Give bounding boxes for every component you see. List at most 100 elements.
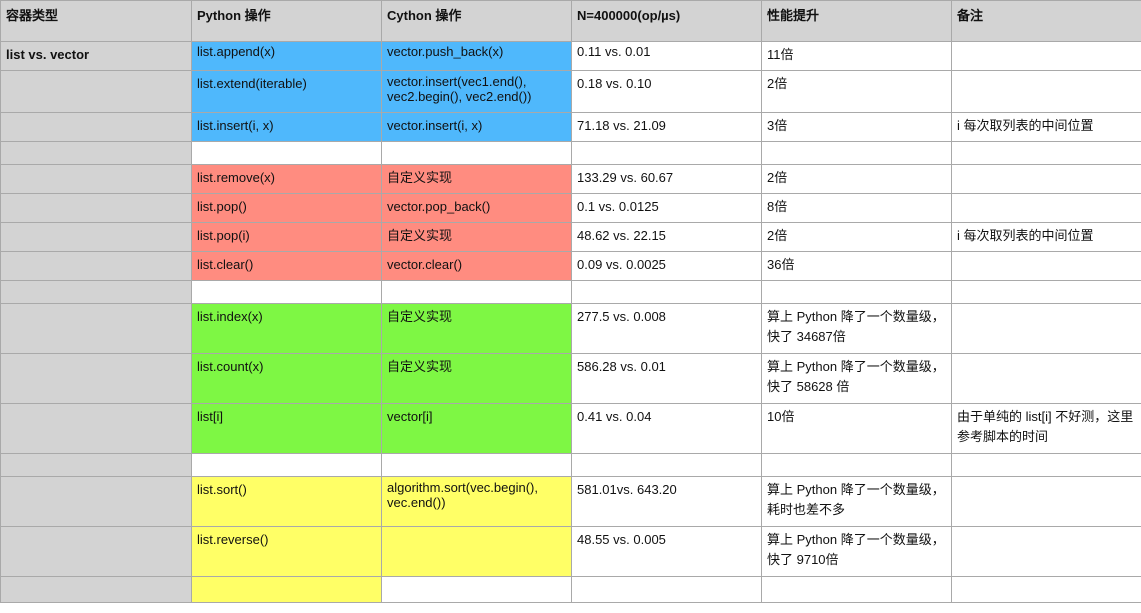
python-op-cell: list.pop(i)	[191, 222, 382, 252]
table-row	[0, 141, 1141, 165]
n-value-cell: 0.09 vs. 0.0025	[571, 251, 762, 281]
python-op-cell: list[i]	[191, 403, 382, 454]
n-value-cell: 0.41 vs. 0.04	[571, 403, 762, 454]
n-value-cell: 48.55 vs. 0.005	[571, 526, 762, 577]
python-op-cell: list.pop()	[191, 193, 382, 223]
perf-cell	[761, 280, 952, 304]
table-row: list.clear() vector.clear() 0.09 vs. 0.0…	[0, 251, 1141, 281]
python-op-cell	[191, 280, 382, 304]
container-type-cell	[0, 164, 192, 194]
python-op-cell: list.sort()	[191, 476, 382, 527]
cython-op-cell: vector[i]	[381, 403, 572, 454]
n-value-cell: 277.5 vs. 0.008	[571, 303, 762, 354]
table-row: list.remove(x) 自定义实现 133.29 vs. 60.67 2倍	[0, 164, 1141, 194]
n-value-cell	[571, 453, 762, 477]
perf-cell: 3倍	[761, 112, 952, 142]
header-perf: 性能提升	[761, 0, 952, 42]
cython-op-cell: vector.insert(i, x)	[381, 112, 572, 142]
n-value-cell: 0.11 vs. 0.01	[571, 41, 762, 71]
container-type-cell	[0, 251, 192, 281]
python-op-cell: list.clear()	[191, 251, 382, 281]
n-value-cell: 48.62 vs. 22.15	[571, 222, 762, 252]
container-type-cell	[0, 476, 192, 527]
perf-cell: 算上 Python 降了一个数量级，快了 9710倍	[761, 526, 952, 577]
note-cell: i 每次取列表的中间位置	[951, 112, 1141, 142]
cython-op-cell: vector.pop_back()	[381, 193, 572, 223]
container-type-cell	[0, 280, 192, 304]
note-cell	[951, 164, 1141, 194]
note-cell	[951, 41, 1141, 71]
container-type-cell	[0, 403, 192, 454]
perf-cell: 算上 Python 降了一个数量级，耗时也差不多	[761, 476, 952, 527]
table-row: list.pop(i) 自定义实现 48.62 vs. 22.15 2倍 i 每…	[0, 222, 1141, 252]
n-value-cell	[571, 280, 762, 304]
note-cell	[951, 526, 1141, 577]
container-type-cell	[0, 303, 192, 354]
python-op-cell: list.index(x)	[191, 303, 382, 354]
n-value-cell: 0.18 vs. 0.10	[571, 70, 762, 113]
table-row	[0, 576, 1141, 603]
container-type-cell	[0, 222, 192, 252]
container-type-cell	[0, 141, 192, 165]
cython-op-cell: 自定义实现	[381, 353, 572, 404]
perf-cell: 8倍	[761, 193, 952, 223]
note-cell: 由于单纯的 list[i] 不好测，这里参考脚本的时间	[951, 403, 1141, 454]
container-type-cell	[0, 353, 192, 404]
table-row: list.count(x) 自定义实现 586.28 vs. 0.01 算上 P…	[0, 353, 1141, 404]
container-type-cell	[0, 112, 192, 142]
note-cell	[951, 303, 1141, 354]
cython-op-cell	[381, 453, 572, 477]
note-cell: i 每次取列表的中间位置	[951, 222, 1141, 252]
perf-cell: 算上 Python 降了一个数量级，快了 34687倍	[761, 303, 952, 354]
python-op-cell: list.count(x)	[191, 353, 382, 404]
container-type-cell: list vs. vector	[0, 41, 192, 71]
perf-cell: 2倍	[761, 222, 952, 252]
table-row	[0, 280, 1141, 304]
note-cell	[951, 70, 1141, 113]
note-cell	[951, 576, 1141, 603]
cython-op-cell: algorithm.sort(vec.begin(), vec.end())	[381, 476, 572, 527]
table-row: list.index(x) 自定义实现 277.5 vs. 0.008 算上 P…	[0, 303, 1141, 354]
header-n: N=400000(op/µs)	[571, 0, 762, 42]
table-row: list.pop() vector.pop_back() 0.1 vs. 0.0…	[0, 193, 1141, 223]
n-value-cell	[571, 141, 762, 165]
cython-op-cell	[381, 526, 572, 577]
header-python-op: Python 操作	[191, 0, 382, 42]
header-row: 容器类型 Python 操作 Cython 操作 N=400000(op/µs)…	[0, 0, 1141, 42]
perf-cell: 2倍	[761, 164, 952, 194]
cython-op-cell: vector.insert(vec1.end(), vec2.begin(), …	[381, 70, 572, 113]
python-op-cell	[191, 453, 382, 477]
perf-cell: 36倍	[761, 251, 952, 281]
python-op-cell: list.append(x)	[191, 41, 382, 71]
table-row: list.reverse() 48.55 vs. 0.005 算上 Python…	[0, 526, 1141, 577]
header-note: 备注	[951, 0, 1141, 42]
n-value-cell: 133.29 vs. 60.67	[571, 164, 762, 194]
perf-cell	[761, 141, 952, 165]
perf-cell: 11倍	[761, 41, 952, 71]
container-type-cell	[0, 70, 192, 113]
n-value-cell: 0.1 vs. 0.0125	[571, 193, 762, 223]
perf-cell: 10倍	[761, 403, 952, 454]
container-type-cell	[0, 526, 192, 577]
n-value-cell: 586.28 vs. 0.01	[571, 353, 762, 404]
note-cell	[951, 251, 1141, 281]
perf-cell	[761, 576, 952, 603]
python-op-cell: list.extend(iterable)	[191, 70, 382, 113]
note-cell	[951, 141, 1141, 165]
table-row: list[i] vector[i] 0.41 vs. 0.04 10倍 由于单纯…	[0, 403, 1141, 454]
perf-cell: 2倍	[761, 70, 952, 113]
container-type-cell	[0, 193, 192, 223]
cython-op-cell	[381, 576, 572, 603]
note-cell	[951, 476, 1141, 527]
cython-op-cell	[381, 141, 572, 165]
table-row: list.extend(iterable) vector.insert(vec1…	[0, 70, 1141, 113]
container-type-cell	[0, 576, 192, 603]
cython-op-cell: 自定义实现	[381, 303, 572, 354]
n-value-cell: 581.01vs. 643.20	[571, 476, 762, 527]
perf-cell: 算上 Python 降了一个数量级，快了 58628 倍	[761, 353, 952, 404]
container-type-cell	[0, 453, 192, 477]
cython-op-cell: 自定义实现	[381, 222, 572, 252]
python-op-cell: list.remove(x)	[191, 164, 382, 194]
cython-op-cell: 自定义实现	[381, 164, 572, 194]
python-op-cell: list.reverse()	[191, 526, 382, 577]
